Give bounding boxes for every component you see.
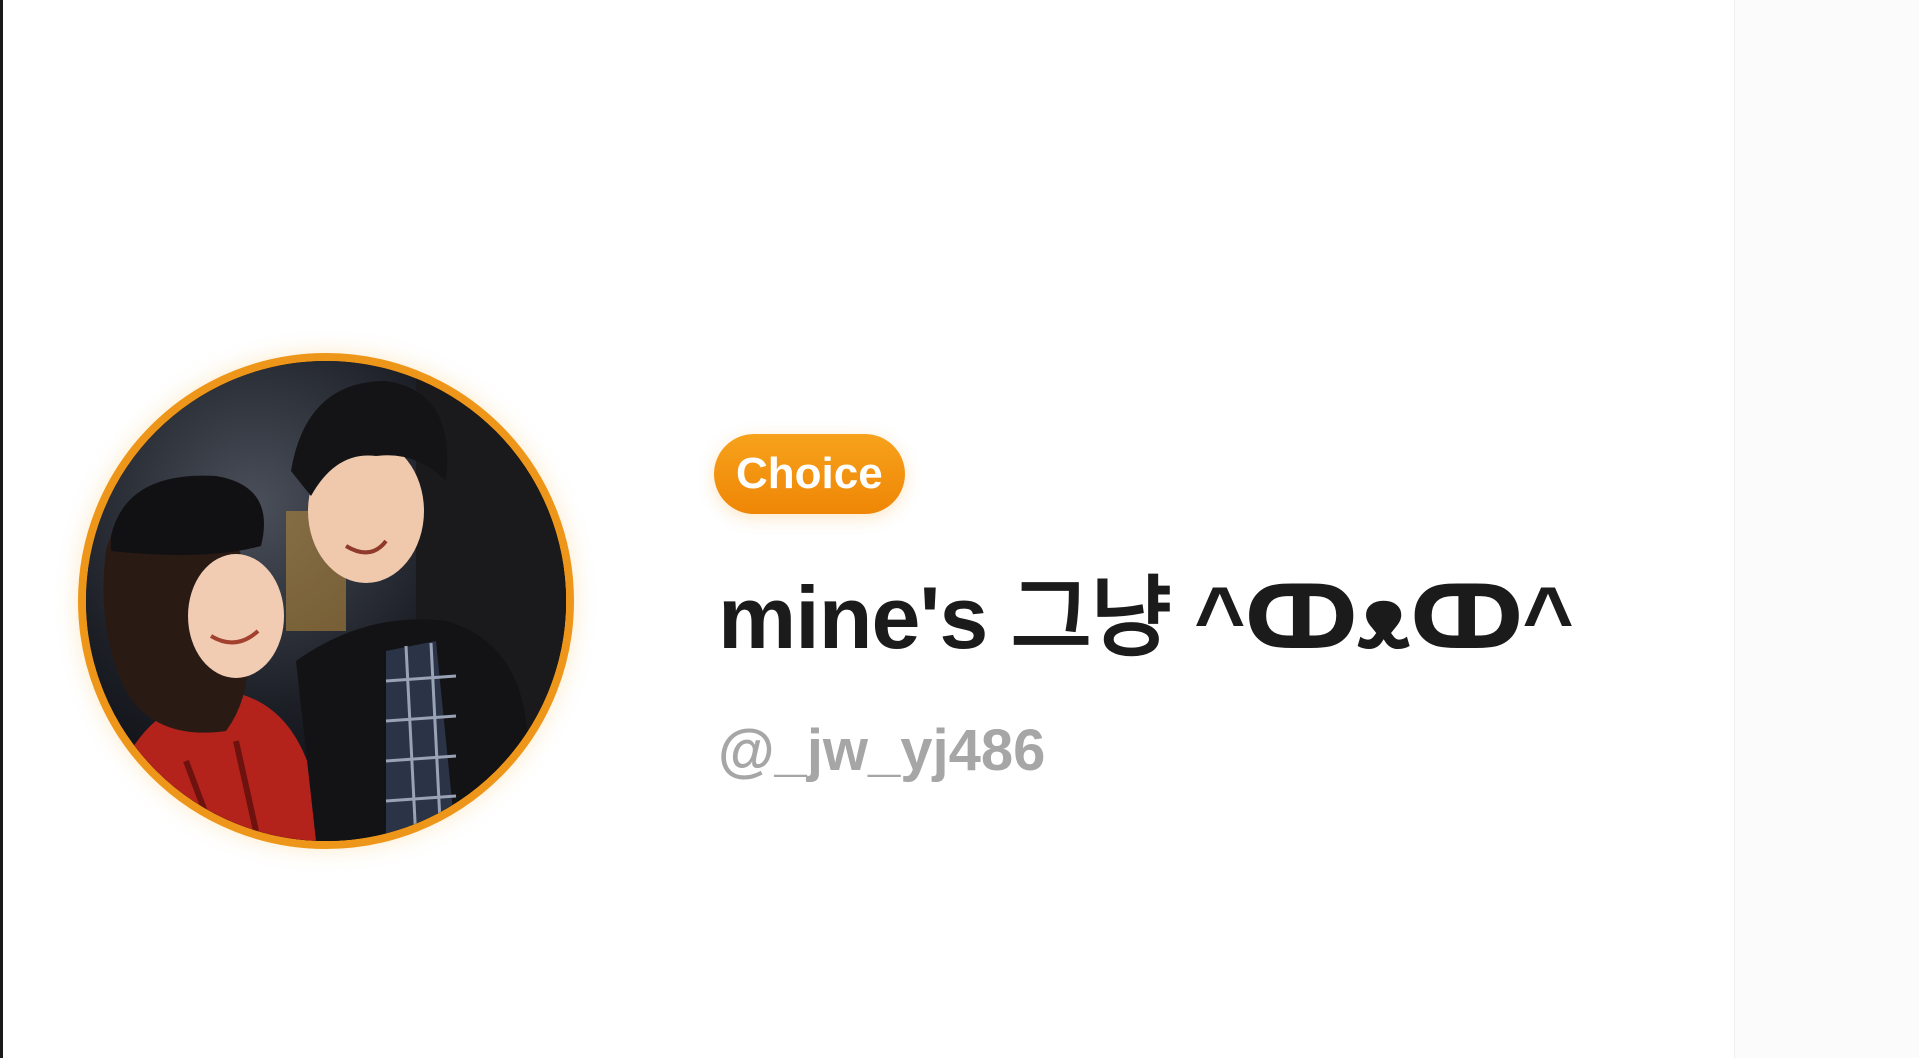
choice-badge: Choice [714, 434, 905, 514]
profile-handle: @_jw_yj486 [718, 718, 1046, 783]
profile-avatar[interactable] [78, 353, 574, 849]
avatar-photo [86, 361, 566, 841]
right-side-panel [1734, 0, 1919, 1058]
window-left-border [0, 0, 3, 1058]
profile-display-name: mine's 그냥 ^ↀᴥↀ^ [718, 568, 1574, 667]
